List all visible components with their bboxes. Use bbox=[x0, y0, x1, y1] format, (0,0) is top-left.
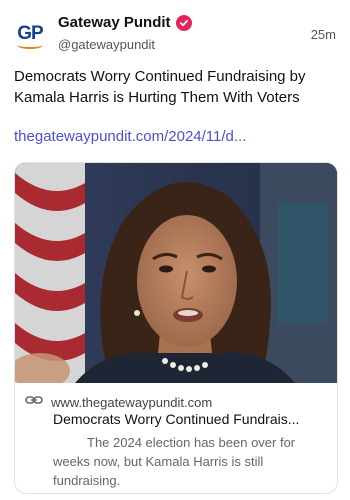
author-name-row: Gateway Pundit bbox=[58, 14, 192, 31]
post-text: Democrats Worry Continued Fundraising by… bbox=[14, 68, 306, 106]
link-preview-card[interactable]: www.thegatewaypundit.com Democrats Worry… bbox=[14, 162, 338, 494]
link-domain: www.thegatewaypundit.com bbox=[51, 394, 213, 410]
verified-badge-icon bbox=[175, 14, 192, 31]
post-timestamp[interactable]: 25m bbox=[311, 27, 336, 42]
avatar-swoosh bbox=[17, 41, 43, 49]
link-preview-image[interactable] bbox=[15, 163, 337, 383]
post-container[interactable]: GP Gateway Pundit @gatewaypundit 25m Dem… bbox=[0, 0, 350, 500]
link-description: The 2024 election has been over for week… bbox=[53, 435, 296, 488]
link-icon bbox=[25, 393, 43, 411]
link-title: Democrats Worry Continued Fundrais... bbox=[53, 411, 300, 427]
post-link[interactable]: thegatewaypundit.com/2024/11/d... bbox=[14, 128, 340, 145]
author-handle[interactable]: @gatewaypundit bbox=[58, 37, 155, 52]
link-domain-row: www.thegatewaypundit.com bbox=[25, 393, 212, 411]
avatar[interactable]: GP bbox=[12, 18, 48, 54]
display-name[interactable]: Gateway Pundit bbox=[58, 14, 171, 31]
